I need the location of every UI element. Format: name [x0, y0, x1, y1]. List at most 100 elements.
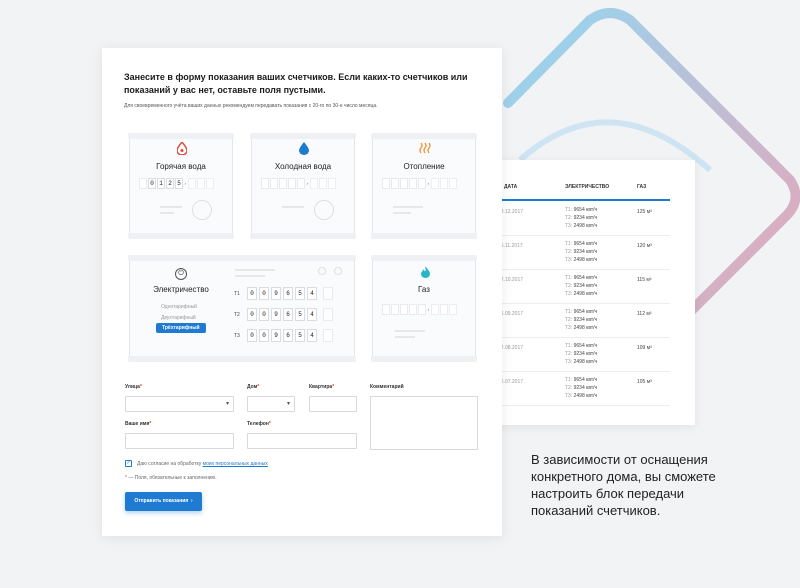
table-row: 26.09.2017 T1: 9654 квт/ч T2: 9234 квт/ч T3… — [490, 305, 695, 338]
digit-cell[interactable]: 6 — [283, 308, 293, 321]
digit-cell[interactable]: 9 — [271, 329, 281, 342]
digit-cell[interactable]: 0 — [247, 287, 257, 300]
consent-checkbox[interactable]: ✓ — [125, 460, 132, 467]
history-electricity: T1: 9654 квт/ч T2: 9234 квт/ч T3: 2498 квт… — [565, 309, 598, 331]
digit-cell[interactable]: 9 — [271, 308, 281, 321]
gas-flame-icon — [417, 266, 433, 282]
meter-label: Холодная вода — [274, 162, 332, 171]
tariff-row-name: T2 — [234, 311, 240, 318]
decimal-cell[interactable] — [323, 329, 333, 342]
decimal-cell[interactable] — [431, 304, 439, 315]
decimal-cell[interactable] — [323, 308, 333, 321]
meter-label: Газ — [418, 285, 430, 294]
digit-cell[interactable] — [418, 304, 426, 315]
tariff-row-name: T1 — [234, 290, 240, 297]
meter-heating: Отопление , — [371, 133, 477, 239]
decimal-cell[interactable] — [328, 178, 336, 189]
digit-cell[interactable] — [391, 304, 399, 315]
digit-cell[interactable]: 0 — [148, 178, 156, 189]
table-row: 22.10.2017 T1: 9654 квт/ч T2: 9234 квт/ч T3… — [490, 271, 695, 304]
decimal-cell[interactable] — [431, 178, 439, 189]
decimal-separator: , — [306, 179, 310, 186]
digit-cell[interactable] — [391, 178, 399, 189]
history-gas: 125 м³ — [637, 209, 652, 215]
digit-cell[interactable]: 2 — [166, 178, 174, 189]
digit-cell[interactable] — [261, 178, 269, 189]
meter-label: Горячая вода — [156, 162, 206, 171]
history-electricity: T1: 9654 квт/ч T2: 9234 квт/ч T3: 2498 квт… — [565, 377, 598, 399]
digit-cell[interactable]: 5 — [295, 308, 305, 321]
apartment-label: Квартира* — [309, 384, 335, 390]
digit-cell[interactable]: 1 — [157, 178, 165, 189]
meter-label: Электричество — [153, 285, 209, 294]
digit-cell[interactable]: 5 — [295, 287, 305, 300]
digit-cell[interactable]: 4 — [307, 308, 317, 321]
digit-cell[interactable]: 0 — [259, 287, 269, 300]
history-electricity: T1: 9654 квт/ч T2: 9234 квт/ч T3: 2498 квт… — [565, 275, 598, 297]
tariff-row: T3 0 0 9 6 5 4 — [234, 329, 333, 342]
meter-label: Отопление — [403, 162, 445, 171]
house-label: Дом* — [247, 384, 260, 390]
decimal-cell[interactable] — [188, 178, 196, 189]
decimal-cell[interactable] — [440, 304, 448, 315]
apartment-input[interactable] — [309, 396, 357, 412]
digit-cell[interactable]: 4 — [307, 329, 317, 342]
digit-cell[interactable]: 0 — [247, 308, 257, 321]
digit-cell[interactable]: 6 — [283, 287, 293, 300]
decimal-cell[interactable] — [449, 304, 457, 315]
digit-cell[interactable] — [400, 178, 408, 189]
digit-cell[interactable]: 0 — [259, 329, 269, 342]
digit-cell[interactable] — [400, 304, 408, 315]
meter-electricity: ⏻ Электричество Однотарифный Двухтарифны… — [128, 255, 356, 362]
digit-cell[interactable]: 6 — [283, 329, 293, 342]
tariff-single[interactable]: Однотарифный — [161, 304, 197, 310]
digit-cell[interactable] — [279, 178, 287, 189]
form-title: Занесите в форму показания ваших счетчик… — [124, 72, 468, 95]
tariff-triple[interactable]: Трёхтарифный — [156, 323, 206, 333]
personal-data-link[interactable]: моих персональных данных — [203, 461, 268, 467]
digit-cell[interactable] — [418, 178, 426, 189]
meter-gas: Газ , — [371, 255, 477, 362]
check-icon: ✓ — [126, 460, 131, 466]
cold-water-drop-icon — [296, 142, 312, 158]
name-input[interactable] — [125, 433, 234, 449]
digit-cell[interactable] — [297, 178, 305, 189]
history-gas: 112 м³ — [637, 311, 652, 317]
history-gas: 120 м³ — [637, 243, 652, 249]
consent-text: Даю согласие на обработку моих персональ… — [137, 461, 268, 467]
digit-cell[interactable] — [382, 178, 390, 189]
digit-cell[interactable] — [270, 178, 278, 189]
digit-cell[interactable] — [139, 178, 147, 189]
digit-cell[interactable]: 5 — [295, 329, 305, 342]
digit-cell[interactable]: 4 — [307, 287, 317, 300]
submit-button[interactable]: Отправить показания › — [125, 492, 202, 511]
decimal-cell[interactable] — [319, 178, 327, 189]
decimal-separator: , — [427, 179, 431, 186]
decimal-cell[interactable] — [197, 178, 205, 189]
house-select[interactable]: ▾ — [247, 396, 295, 412]
tariff-row: T2 0 0 9 6 5 4 — [234, 308, 333, 321]
digit-cell[interactable] — [409, 178, 417, 189]
digit-cell[interactable] — [382, 304, 390, 315]
street-select[interactable]: ▾ — [125, 396, 234, 412]
meter-cold-water: Холодная вода , — [250, 133, 356, 239]
street-label: Улица* — [125, 384, 142, 390]
history-header-date: Дата — [504, 184, 518, 190]
history-gas: 115 м³ — [637, 277, 652, 283]
decimal-cell[interactable] — [310, 178, 318, 189]
digit-cell[interactable]: 0 — [247, 329, 257, 342]
digit-cell[interactable]: 5 — [175, 178, 183, 189]
decimal-cell[interactable] — [440, 178, 448, 189]
decimal-cell[interactable] — [449, 178, 457, 189]
digit-cell[interactable] — [288, 178, 296, 189]
digit-cell[interactable]: 9 — [271, 287, 281, 300]
comment-textarea[interactable] — [370, 396, 478, 450]
digit-cell[interactable] — [409, 304, 417, 315]
digit-cell[interactable]: 0 — [259, 308, 269, 321]
tariff-dual[interactable]: Двухтарифный — [161, 315, 196, 321]
decimal-cell[interactable] — [323, 287, 333, 300]
decimal-cell[interactable] — [206, 178, 214, 189]
decimal-separator: , — [184, 179, 188, 186]
phone-input[interactable] — [247, 433, 357, 449]
table-row: 25.11.2017 T1: 9654 квт/ч T2: 9234 квт/ч T3… — [490, 237, 695, 270]
